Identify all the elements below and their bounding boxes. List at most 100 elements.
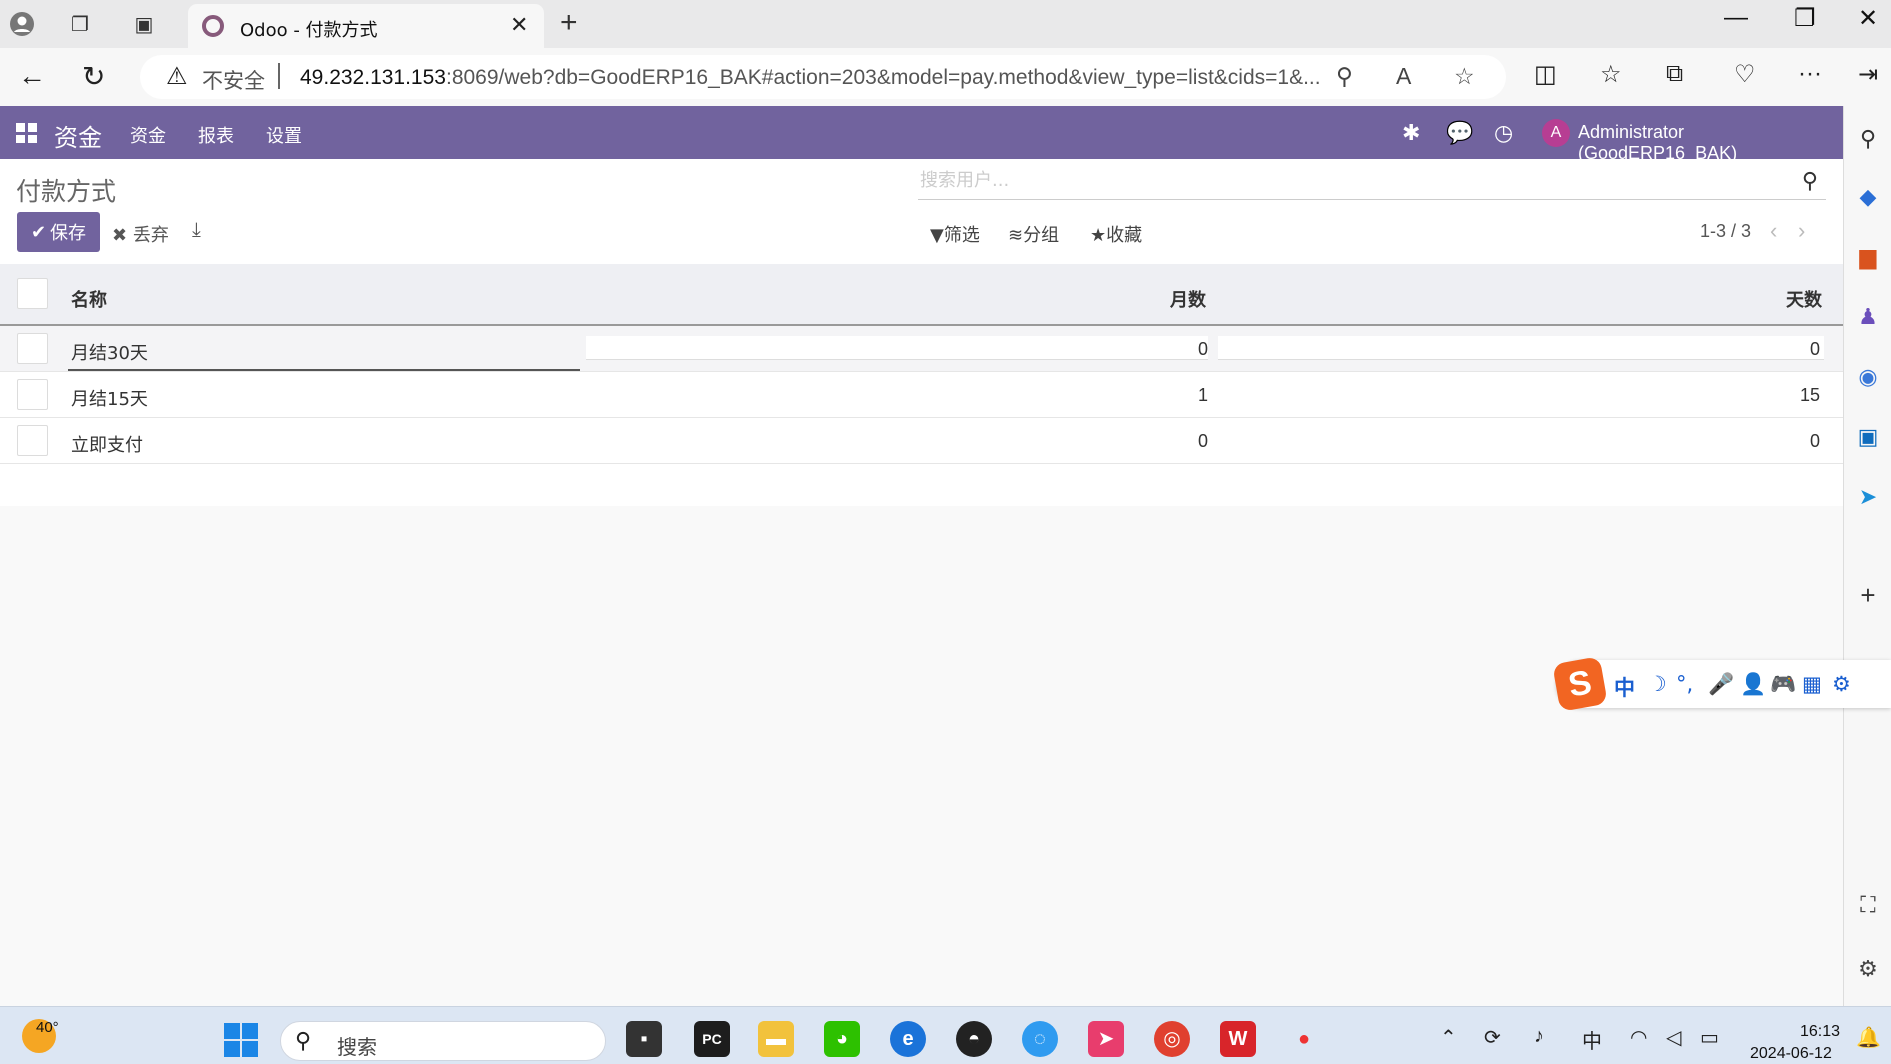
wechat-icon[interactable]: ◕ (824, 1021, 860, 1057)
column-header-days[interactable]: 天数 (1786, 286, 1822, 312)
add-sidebar-app-icon[interactable]: + (1854, 580, 1882, 610)
shopping-tag-icon[interactable]: ◆ (1854, 184, 1882, 212)
row-checkbox[interactable] (17, 333, 48, 364)
column-header-name[interactable]: 名称 (71, 286, 107, 312)
sync-icon[interactable]: ⟳ (1484, 1025, 1501, 1050)
chat-bubble-icon[interactable]: ◌ (1022, 1021, 1058, 1057)
ime-user-icon[interactable]: 👤 (1740, 672, 1766, 697)
more-menu-icon[interactable]: ··· (1798, 60, 1822, 88)
url-text[interactable]: 49.232.131.153:8069/web?db=GoodERP16_BAK… (300, 66, 1330, 90)
profile-icon[interactable] (6, 8, 38, 40)
export-download-icon[interactable]: ⤓ (192, 219, 201, 242)
address-bar[interactable]: ⚠ 不安全 49.232.131.153:8069/web?db=GoodERP… (140, 55, 1506, 99)
filter-button[interactable]: ▼筛选 (930, 221, 980, 247)
ime-chinese-mode[interactable]: 中 (1614, 672, 1635, 702)
user-menu[interactable]: Administrator (GoodERP16_BAK) (1578, 122, 1843, 164)
new-tab-icon[interactable]: + (560, 6, 578, 40)
clock-time[interactable]: 16:13 (1800, 1023, 1840, 1041)
minimize-icon[interactable]: — (1724, 4, 1748, 32)
pager-next-icon[interactable]: › (1798, 218, 1805, 244)
column-header-months[interactable]: 月数 (1170, 286, 1206, 312)
clock-date[interactable]: 2024-06-12 (1750, 1045, 1832, 1063)
months-edit-field[interactable] (586, 336, 1208, 360)
chrome-icon[interactable]: ◎ (1154, 1021, 1190, 1057)
tools-briefcase-icon[interactable]: ▆ (1854, 244, 1882, 272)
cell-months[interactable]: 1 (1180, 385, 1208, 406)
recorder-icon[interactable]: ● (1286, 1021, 1322, 1057)
discuss-chat-icon[interactable]: 💬 (1446, 120, 1473, 146)
discard-button[interactable]: ✖ 丢弃 (112, 221, 169, 247)
warning-icon[interactable]: ⚠ (166, 62, 188, 91)
taskbar-search-box[interactable]: ⚲ 搜索 (280, 1021, 606, 1061)
restore-icon[interactable]: ❐ (1794, 4, 1816, 33)
send-icon[interactable]: ➤ (1854, 484, 1882, 512)
volume-icon[interactable]: ◁ (1666, 1025, 1681, 1050)
favorites-icon[interactable]: ☆ (1600, 60, 1622, 89)
close-window-icon[interactable]: ✕ (1858, 4, 1878, 33)
cell-days[interactable]: 15 (1790, 385, 1820, 406)
app-brand[interactable]: 资金 (54, 118, 102, 153)
avatar[interactable]: A (1542, 119, 1570, 147)
zoom-icon[interactable]: ⚲ (1336, 63, 1353, 90)
workspaces-icon[interactable]: ❐ (64, 8, 96, 40)
refresh-icon[interactable]: ↻ (82, 60, 105, 93)
tray-overflow-chevron-icon[interactable]: ⌃ (1440, 1025, 1457, 1050)
row-checkbox[interactable] (17, 379, 48, 410)
sogou-logo-icon[interactable]: S (1552, 656, 1608, 712)
pdf-reader-icon[interactable]: ➤ (1088, 1021, 1124, 1057)
ime-settings-icon[interactable]: ⚙ (1832, 672, 1851, 696)
cell-days[interactable]: 0 (1790, 339, 1820, 360)
wifi-icon[interactable]: ◠ (1630, 1025, 1647, 1050)
outlook-icon[interactable]: ▣ (1854, 424, 1882, 452)
group-by-button[interactable]: ≋分组 (1008, 221, 1059, 247)
cell-name[interactable]: 月结15天 (71, 385, 148, 411)
select-all-checkbox[interactable] (17, 278, 48, 309)
pager-previous-icon[interactable]: ‹ (1770, 218, 1777, 244)
collections-icon[interactable]: ⧉ (1666, 60, 1683, 88)
pager-value[interactable]: 1-3 / 3 (1700, 221, 1751, 242)
menu-item-reports[interactable]: 报表 (198, 122, 234, 148)
back-icon[interactable]: ← (18, 60, 46, 92)
favorites-button[interactable]: ★收藏 (1090, 221, 1142, 247)
debug-bug-icon[interactable]: ✱ (1402, 120, 1420, 146)
task-view-icon[interactable]: ▪ (626, 1021, 662, 1057)
edge-browser-icon[interactable]: e (890, 1021, 926, 1057)
row-checkbox[interactable] (17, 425, 48, 456)
cell-name[interactable]: 立即支付 (71, 431, 143, 457)
vertical-tabs-icon[interactable]: ▣ (128, 8, 160, 40)
table-row[interactable]: 月结30天 0 0 (0, 326, 1843, 372)
weather-temperature[interactable]: 40° (36, 1019, 59, 1036)
sidebar-settings-gear-icon[interactable]: ⚙ (1854, 956, 1882, 984)
windows-start-icon[interactable] (224, 1023, 258, 1057)
sidebar-toggle-icon[interactable]: ⇥ (1858, 60, 1878, 89)
search-input[interactable] (920, 170, 1780, 191)
browser-tab-active[interactable]: Odoo - 付款方式 ✕ (188, 4, 544, 48)
pycharm-icon[interactable]: PC (694, 1021, 730, 1057)
copilot-icon[interactable]: ◉ (1854, 364, 1882, 392)
search-icon[interactable]: ⚲ (1802, 168, 1818, 194)
favorite-star-icon[interactable]: ☆ (1454, 63, 1475, 90)
split-screen-icon[interactable]: ◫ (1534, 60, 1557, 89)
apps-menu-icon[interactable] (16, 123, 37, 143)
ime-microphone-icon[interactable]: 🎤 (1708, 672, 1734, 697)
tray-microphone-icon[interactable]: ♪ (1534, 1025, 1544, 1048)
cell-name[interactable]: 月结30天 (71, 339, 148, 365)
qq-icon[interactable]: ◓ (956, 1021, 992, 1057)
ime-grid-icon[interactable]: ▦ (1802, 672, 1822, 696)
table-row[interactable]: 立即支付 0 0 (0, 418, 1843, 464)
browser-essentials-icon[interactable]: ♡ (1734, 60, 1756, 89)
ime-moon-icon[interactable]: ☽ (1648, 672, 1667, 696)
battery-icon[interactable]: ▭ (1700, 1025, 1719, 1050)
notification-bell-icon[interactable]: 🔔 (1856, 1025, 1881, 1050)
activity-clock-icon[interactable]: ◷ (1494, 120, 1513, 146)
games-icon[interactable]: ♟ (1854, 304, 1882, 332)
breadcrumb[interactable]: 付款方式 (16, 172, 116, 208)
cell-days[interactable]: 0 (1790, 431, 1820, 452)
wps-icon[interactable]: W (1220, 1021, 1256, 1057)
ime-punctuation-icon[interactable]: °, (1676, 672, 1693, 696)
read-aloud-icon[interactable]: A (1396, 63, 1411, 90)
ime-game-icon[interactable]: 🎮 (1770, 672, 1796, 697)
menu-item-funds[interactable]: 资金 (130, 122, 166, 148)
menu-item-settings[interactable]: 设置 (266, 122, 302, 148)
days-edit-field[interactable] (1218, 336, 1824, 360)
